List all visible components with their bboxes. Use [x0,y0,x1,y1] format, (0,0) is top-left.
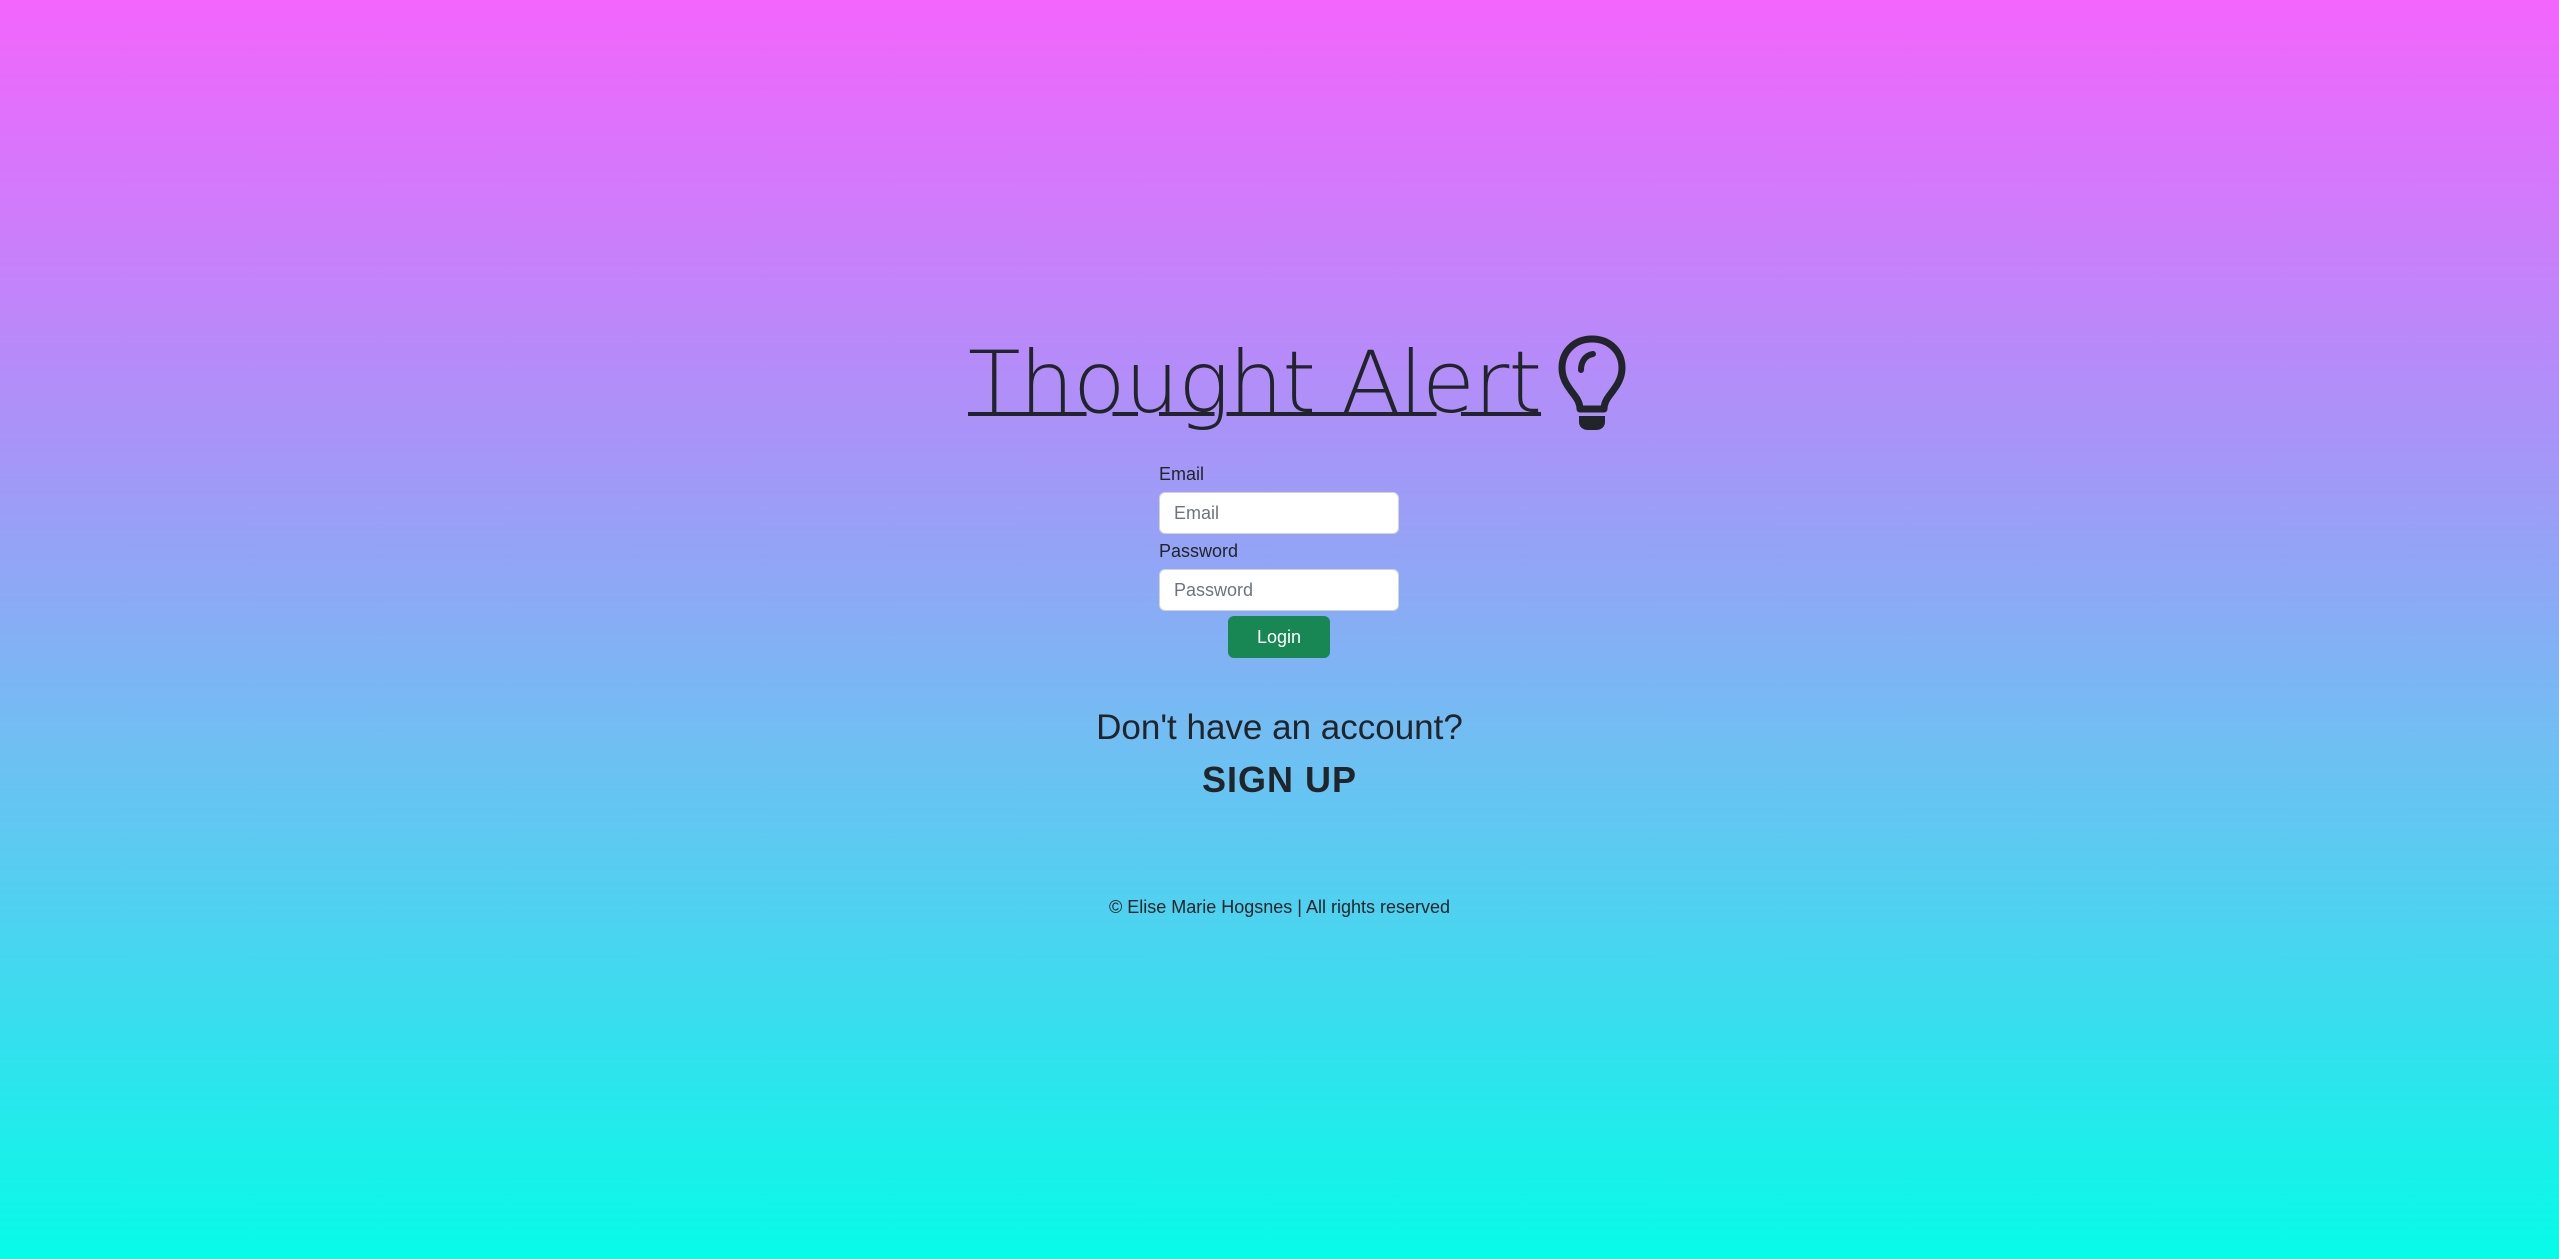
app-title-link[interactable]: Thought Alert [968,328,1627,438]
login-form: Email Password Login [1159,462,1399,658]
lightbulb-icon [1557,334,1627,432]
password-label: Password [1159,541,1239,561]
password-field[interactable] [1159,569,1399,611]
email-field[interactable] [1159,492,1399,534]
email-label: Email [1159,464,1205,484]
signup-link[interactable]: SIGN UP [0,756,2559,804]
login-button-row: Login [1159,616,1399,658]
app-title: Thought Alert [968,333,1542,433]
signup-prompt: Don't have an account? [1096,708,1463,747]
footer-copyright: © Elise Marie Hogsnes | All rights reser… [1108,897,1451,917]
login-button[interactable]: Login [1228,616,1330,658]
